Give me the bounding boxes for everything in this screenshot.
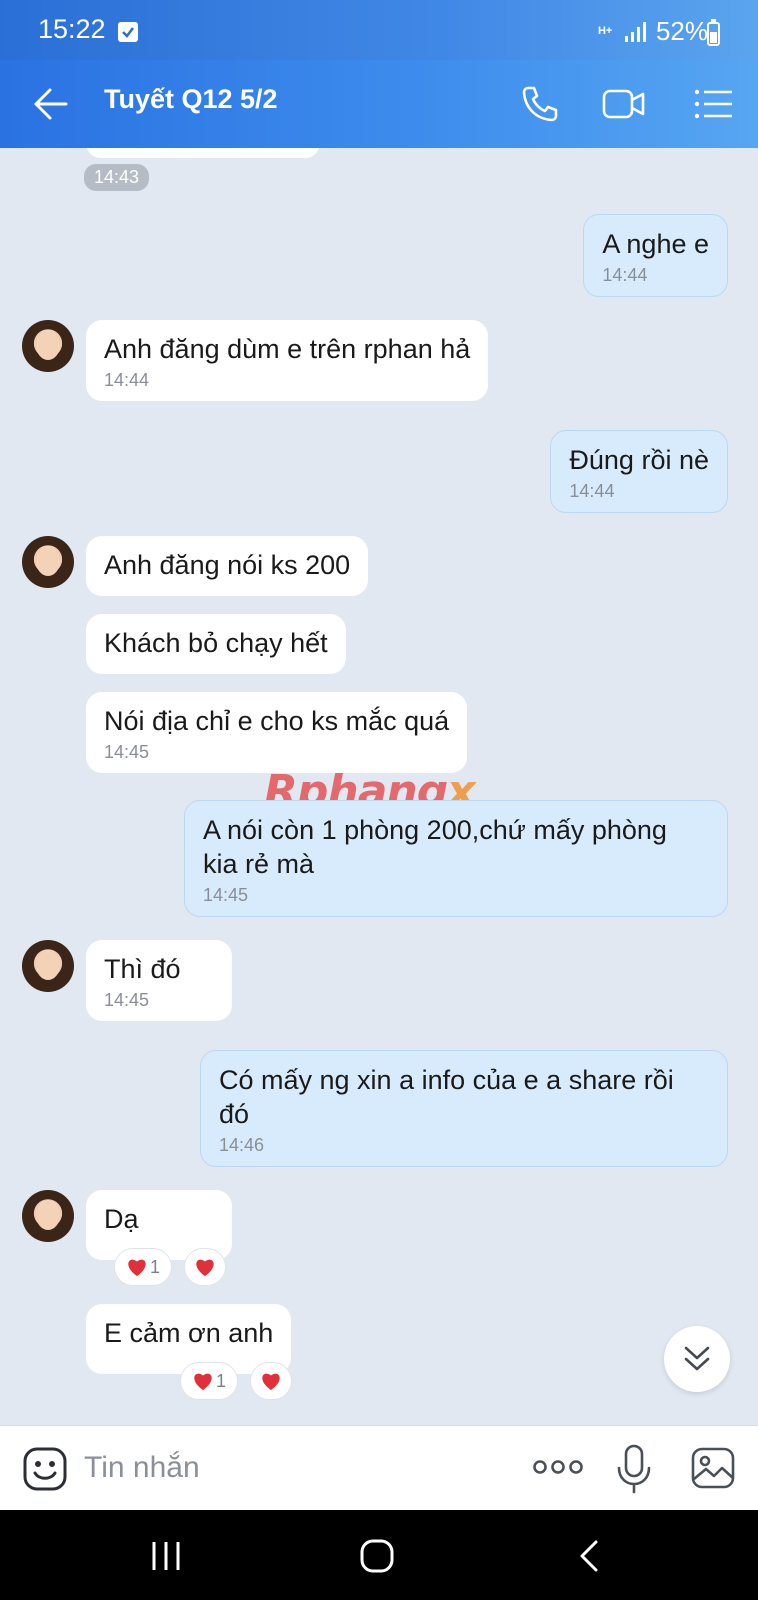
status-bar: 15:22 H+ 52% — [0, 0, 758, 60]
message-bubble-partial[interactable] — [86, 148, 320, 158]
system-navigation-bar — [0, 1510, 758, 1600]
recent-apps-icon[interactable] — [146, 1536, 186, 1576]
message-outgoing[interactable]: A nghe e 14:44 — [583, 214, 728, 297]
chat-area[interactable]: 14:43 A nghe e 14:44 Anh đăng dùm e trên… — [0, 148, 758, 1425]
message-outgoing[interactable]: Có mấy ng xin a info của e a share rồi đ… — [200, 1050, 728, 1167]
smiley-icon[interactable] — [22, 1446, 68, 1492]
react-heart-button[interactable] — [184, 1248, 226, 1286]
signal-icon — [624, 21, 646, 42]
list-menu-icon[interactable] — [692, 82, 736, 126]
battery-percent: 52% — [655, 16, 708, 46]
message-text: A nghe e — [602, 229, 709, 259]
microphone-icon[interactable] — [616, 1444, 652, 1494]
reaction-count: 1 — [215, 1370, 226, 1391]
avatar[interactable] — [22, 1190, 74, 1242]
video-camera-icon[interactable] — [602, 82, 646, 126]
contact-name[interactable]: Tuyết Q12 5/2 — [104, 84, 278, 115]
network-type: H+ — [597, 25, 613, 37]
chat-header: Tuyết Q12 5/2 — [0, 60, 758, 148]
reaction-count: 1 — [149, 1256, 160, 1277]
message-text: Dạ — [104, 1204, 139, 1234]
message-time: 14:46 — [219, 1135, 265, 1155]
image-icon[interactable] — [690, 1446, 736, 1490]
more-dots-icon[interactable] — [532, 1452, 584, 1482]
heart-icon — [128, 1259, 146, 1277]
status-time: 15:22 — [38, 14, 106, 44]
battery-icon — [707, 19, 720, 46]
message-text: Có mấy ng xin a info của e a share rồi đ… — [219, 1065, 674, 1129]
message-text: Nói địa chỉ e cho ks mắc quá — [104, 706, 450, 736]
heart-icon — [196, 1259, 214, 1277]
message-incoming[interactable]: Khách bỏ chạy hết — [86, 614, 346, 674]
time-pill: 14:43 — [84, 164, 150, 191]
message-text: Anh đăng dùm e trên rphan hả — [104, 334, 471, 364]
react-heart-button[interactable] — [250, 1362, 292, 1400]
double-chevron-down-icon — [684, 1346, 710, 1371]
message-text: A nói còn 1 phòng 200,chứ mấy phòng kia … — [203, 815, 667, 879]
back-chevron-icon[interactable] — [570, 1536, 610, 1576]
message-outgoing[interactable]: A nói còn 1 phòng 200,chứ mấy phòng kia … — [184, 800, 728, 917]
avatar[interactable] — [22, 320, 74, 372]
reaction-summary[interactable]: 1 — [180, 1362, 238, 1400]
message-input[interactable] — [84, 1448, 504, 1488]
message-time: 14:45 — [104, 742, 150, 762]
heart-icon — [262, 1373, 280, 1391]
message-time: 14:45 — [203, 885, 249, 905]
message-text: Khách bỏ chạy hết — [104, 628, 328, 658]
message-time: 14:44 — [602, 265, 648, 285]
arrow-left-icon[interactable] — [32, 86, 70, 122]
message-text: Đúng rồi nè — [569, 445, 709, 475]
heart-icon — [194, 1373, 212, 1391]
message-incoming[interactable]: Anh đăng nói ks 200 — [86, 536, 369, 596]
message-incoming[interactable]: Nói địa chỉ e cho ks mắc quá 14:45 — [86, 692, 468, 773]
status-indicators: H+ 52% — [598, 16, 708, 47]
home-icon[interactable] — [357, 1536, 397, 1576]
message-incoming[interactable]: Anh đăng dùm e trên rphan hả 14:44 — [86, 320, 489, 401]
avatar[interactable] — [22, 940, 74, 992]
message-text: Thì đó — [104, 954, 181, 984]
message-time: 14:44 — [104, 370, 150, 390]
scroll-to-bottom-button[interactable] — [664, 1326, 730, 1392]
message-text: Anh đăng nói ks 200 — [104, 550, 351, 580]
reaction-summary[interactable]: 1 — [114, 1248, 172, 1286]
message-incoming[interactable]: Thì đó 14:45 — [86, 940, 232, 1021]
message-input-bar — [0, 1425, 758, 1510]
avatar[interactable] — [22, 536, 74, 588]
message-time: 14:45 — [104, 990, 150, 1010]
message-outgoing[interactable]: Đúng rồi nè 14:44 — [550, 430, 728, 513]
message-text: E cảm ơn anh — [104, 1318, 274, 1348]
message-time: 14:44 — [569, 481, 615, 501]
checklist-notification-icon — [118, 22, 138, 42]
phone-icon[interactable] — [518, 82, 562, 126]
